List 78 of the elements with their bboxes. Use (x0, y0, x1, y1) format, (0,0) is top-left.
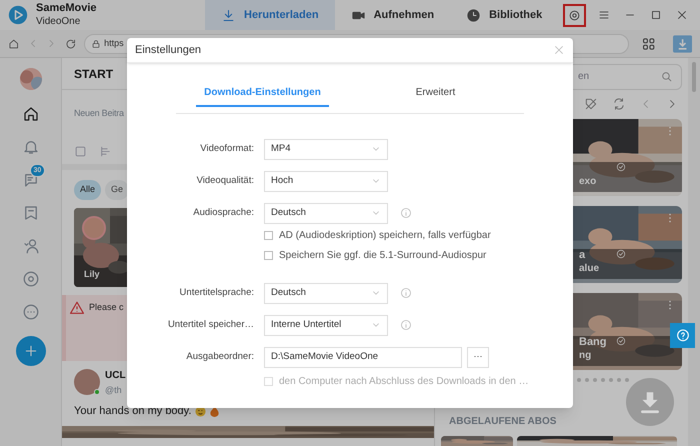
tag-off-icon[interactable] (584, 97, 598, 112)
filter-chip[interactable]: Ge (105, 180, 130, 200)
checkbox-label: Speichern Sie ggf. die 5.1-Surround-Audiospur (279, 248, 486, 262)
creator-name: Lily (84, 268, 100, 281)
library-icon (466, 8, 482, 22)
info-icon[interactable] (400, 287, 412, 299)
refresh-icon[interactable] (612, 97, 626, 112)
home-icon[interactable] (22, 105, 40, 123)
field-label: Untertitelsprache: (178, 286, 254, 300)
help-button[interactable] (670, 323, 695, 348)
dropdown[interactable]: Deutsch (264, 202, 388, 224)
nav-tab[interactable]: Aufnehmen (334, 0, 450, 30)
dialog-title: Einstellungen (135, 42, 202, 58)
author-avatar[interactable] (74, 369, 100, 395)
field-label: Audiosprache: (192, 206, 254, 220)
verified-icon (616, 162, 626, 172)
nav-tab[interactable]: Bibliothek (450, 0, 558, 30)
apps-icon[interactable] (641, 36, 657, 52)
menu-icon[interactable] (598, 9, 610, 21)
help-icon (674, 328, 690, 344)
app-name: SameMovie (36, 2, 97, 15)
field-label: Videoformat: (199, 142, 254, 156)
online-status-icon (94, 389, 100, 395)
url-text: https (104, 36, 124, 50)
scrollbar-thumb[interactable] (692, 62, 696, 92)
author-handle: @th (105, 384, 123, 397)
checkbox[interactable] (264, 250, 273, 260)
filter-chip[interactable]: Alle (74, 180, 102, 200)
verified-icon (616, 336, 626, 346)
profile-avatar[interactable] (20, 68, 42, 90)
more-icon[interactable] (22, 303, 40, 321)
new-post-button[interactable] (16, 336, 46, 366)
download-page-icon[interactable] (672, 34, 692, 52)
dropdown[interactable]: Deutsch (264, 282, 388, 304)
creator-card[interactable]: a alue (573, 206, 682, 284)
creator-subtitle: alue (579, 262, 600, 276)
download-icon (221, 8, 236, 22)
dropdown[interactable]: Hoch (264, 170, 388, 192)
home-icon[interactable] (8, 38, 20, 50)
creator-name: a (579, 249, 586, 262)
app-subtitle: VideoOne (36, 15, 82, 28)
settings-tab[interactable]: Erweitert (349, 85, 522, 113)
section-heading: ABGELAUFENE ABOS (449, 416, 556, 428)
checkbox-label: AD (Audiodeskription) speichern, falls verfügbar (279, 228, 491, 242)
field-label: Untertitel speicher… (166, 318, 254, 332)
pagination-dots-icon (577, 378, 629, 382)
verified-icon (616, 249, 626, 260)
search-placeholder: en (578, 70, 590, 84)
profile-circle-icon[interactable] (22, 270, 40, 288)
browse-button[interactable]: ··· (467, 346, 489, 368)
app-logo-icon (8, 5, 28, 25)
image-icon[interactable] (74, 144, 87, 158)
reload-icon[interactable] (64, 38, 76, 50)
search-icon (660, 70, 673, 84)
warning-message: Please c (89, 301, 124, 314)
creator-card[interactable]: Bang ng (573, 293, 682, 370)
page-heading: START (74, 66, 114, 82)
field-label: Ausgabeordner: (185, 350, 254, 364)
dropdown[interactable]: Interne Untertitel (264, 314, 388, 336)
creator-name: Bang (579, 336, 606, 350)
creator-subtitle: exo (579, 175, 596, 188)
checkbox[interactable] (264, 230, 273, 240)
poll-icon[interactable] (99, 144, 112, 158)
bell-icon[interactable] (22, 138, 40, 156)
info-icon[interactable] (400, 319, 412, 331)
warning-icon (70, 301, 84, 314)
settings-icon[interactable] (568, 8, 581, 22)
folder-path-field[interactable]: D:\SameMovie VideoOne (264, 346, 462, 368)
field-label: Videoqualität: (196, 174, 254, 188)
maximize-icon[interactable] (650, 9, 662, 21)
close-icon[interactable] (676, 9, 688, 21)
author-name[interactable]: UCL (105, 369, 126, 383)
flame-icon (210, 406, 220, 417)
creator-subtitle: ng (579, 349, 592, 362)
info-icon[interactable] (400, 207, 412, 219)
dropdown[interactable]: MP4 (264, 138, 388, 160)
checkbox-label: den Computer nach Abschluss des Downloads in den … (279, 374, 529, 388)
lock-icon (91, 38, 102, 48)
